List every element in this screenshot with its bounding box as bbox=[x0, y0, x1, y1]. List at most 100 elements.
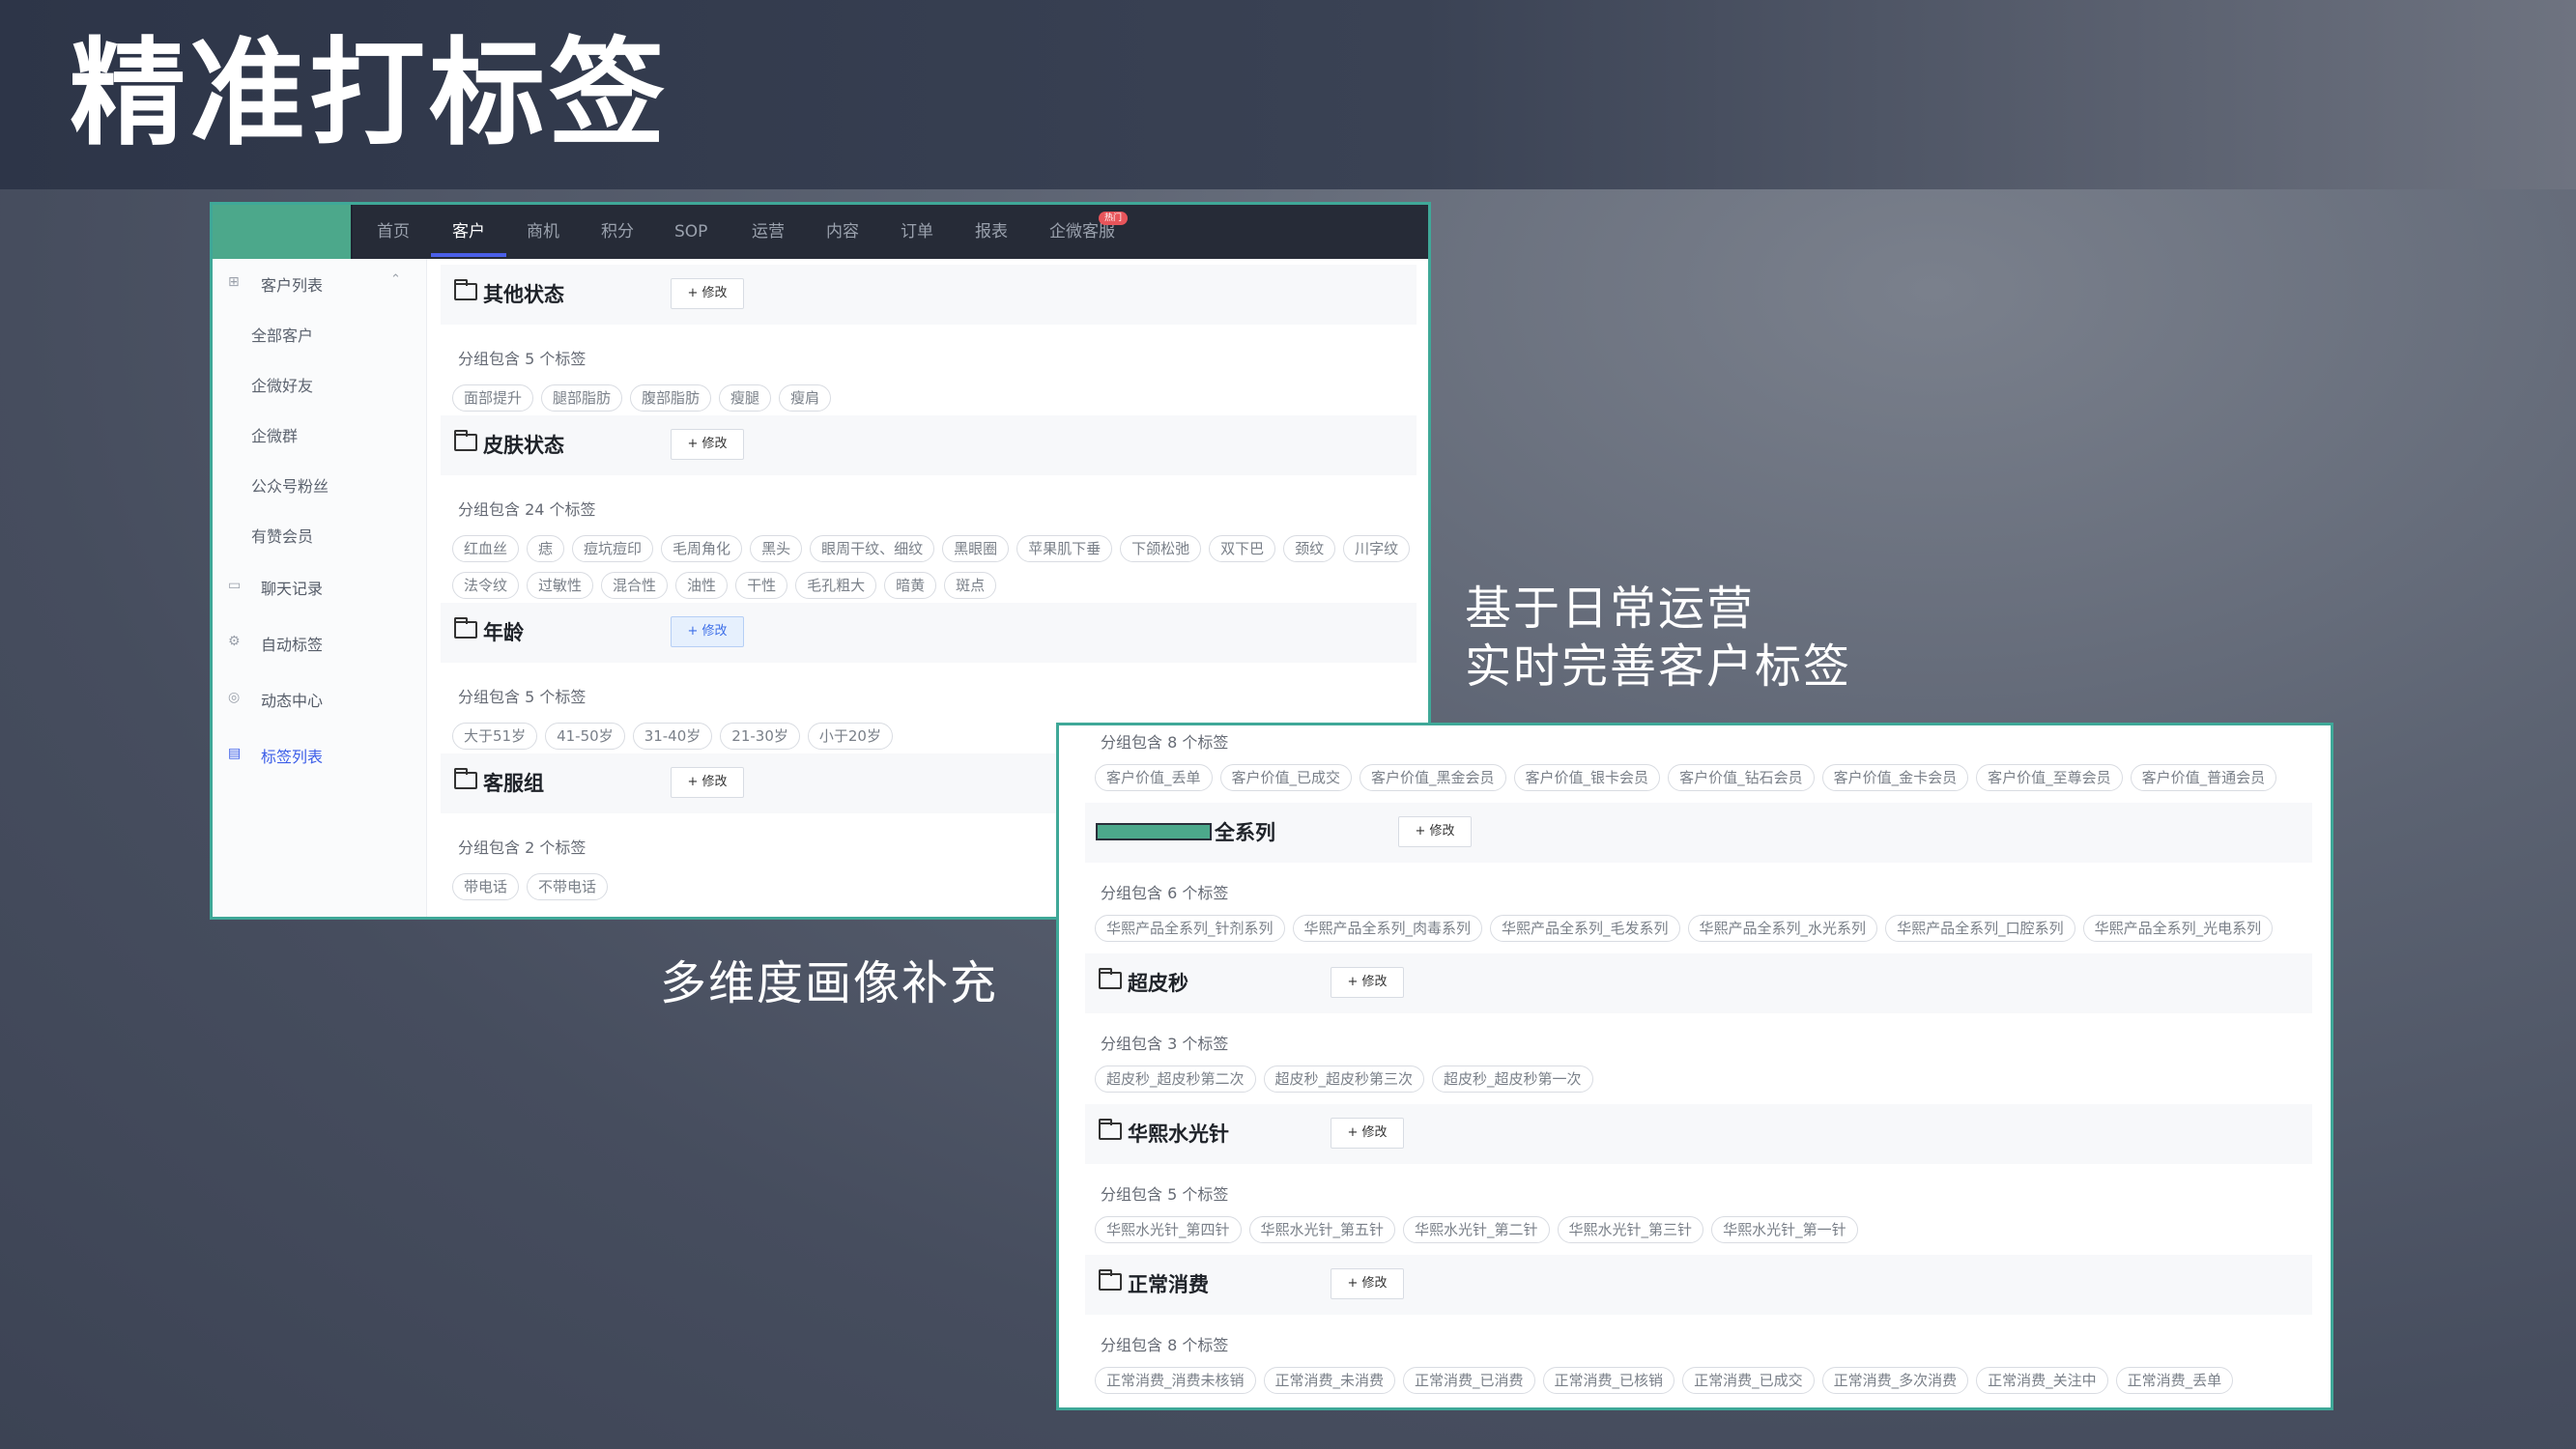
edit-group-button[interactable]: + 修改 bbox=[671, 616, 744, 647]
tag-group-name: 全系列 bbox=[1215, 821, 1275, 844]
tag[interactable]: 过敏性 bbox=[527, 572, 594, 599]
edit-group-button[interactable]: + 修改 bbox=[1398, 816, 1472, 847]
tag[interactable]: 华熙水光针_第三针 bbox=[1557, 1216, 1704, 1243]
tag[interactable]: 正常消费_已成交 bbox=[1682, 1367, 1815, 1394]
edit-group-button[interactable]: + 修改 bbox=[1331, 1268, 1404, 1299]
tag[interactable]: 瘦肩 bbox=[779, 384, 832, 412]
sidebar-section-customer-list[interactable]: 客户列表 bbox=[261, 272, 323, 296]
tag[interactable]: 华熙产品全系列_水光系列 bbox=[1687, 915, 1878, 942]
top-nav: 首页 客户 商机 积分 SOP 运营 内容 订单 报表 企微客服 热门 bbox=[213, 205, 1428, 259]
tag[interactable]: 正常消费_已消费 bbox=[1403, 1367, 1535, 1394]
tag[interactable]: 华熙产品全系列_针剂系列 bbox=[1095, 915, 1285, 942]
tag[interactable]: 华熙产品全系列_毛发系列 bbox=[1490, 915, 1680, 942]
nav-item-sop[interactable]: SOP bbox=[661, 205, 721, 259]
sidebar-item-tag-list[interactable]: 标签列表 bbox=[261, 744, 323, 767]
sidebar-item-all-customers[interactable]: 全部客户 bbox=[251, 323, 313, 346]
tag[interactable]: 腹部脂肪 bbox=[630, 384, 712, 412]
tag[interactable]: 颈纹 bbox=[1283, 535, 1336, 562]
tag[interactable]: 华熙水光针_第二针 bbox=[1403, 1216, 1550, 1243]
nav-item-content[interactable]: 内容 bbox=[813, 205, 873, 259]
tag[interactable]: 双下巴 bbox=[1209, 535, 1276, 562]
tag[interactable]: 31-40岁 bbox=[632, 723, 713, 750]
tag[interactable]: 华熙产品全系列_肉毒系列 bbox=[1292, 915, 1483, 942]
tag[interactable]: 华熙产品全系列_口腔系列 bbox=[1885, 915, 2075, 942]
edit-group-button[interactable]: + 修改 bbox=[671, 429, 744, 460]
tag-group-name: 超皮秒 bbox=[1128, 972, 1188, 995]
tag[interactable]: 客户价值_银卡会员 bbox=[1513, 764, 1661, 791]
tag[interactable]: 正常消费_已核销 bbox=[1542, 1367, 1675, 1394]
tag[interactable]: 客户价值_黑金会员 bbox=[1360, 764, 1506, 791]
tag[interactable]: 痘坑痘印 bbox=[572, 535, 654, 562]
tag[interactable]: 华熙水光针_第五针 bbox=[1248, 1216, 1396, 1243]
tag[interactable]: 41-50岁 bbox=[545, 723, 625, 750]
tag[interactable]: 毛孔粗大 bbox=[795, 572, 877, 599]
sidebar-item-auto-tags[interactable]: 自动标签 bbox=[261, 632, 323, 655]
tag-count: 分组包含 6 个标签 bbox=[1101, 884, 1229, 902]
tag[interactable]: 客户价值_金卡会员 bbox=[1821, 764, 1969, 791]
tag[interactable]: 混合性 bbox=[601, 572, 669, 599]
tag[interactable]: 华熙水光针_第四针 bbox=[1095, 1216, 1242, 1243]
tag[interactable]: 客户价值_已成交 bbox=[1219, 764, 1353, 791]
tag[interactable]: 腿部脂肪 bbox=[541, 384, 623, 412]
tag[interactable]: 超皮秒_超皮秒第三次 bbox=[1263, 1065, 1425, 1093]
tag[interactable]: 面部提升 bbox=[452, 384, 534, 412]
edit-group-button[interactable]: + 修改 bbox=[1331, 1118, 1404, 1149]
tag[interactable]: 暗黄 bbox=[884, 572, 937, 599]
tag[interactable]: 苹果肌下垂 bbox=[1016, 535, 1113, 562]
sidebar-item-youzan-members[interactable]: 有赞会员 bbox=[251, 524, 313, 547]
tag[interactable]: 斑点 bbox=[944, 572, 997, 599]
nav-item-customer[interactable]: 客户 bbox=[439, 205, 499, 259]
tag[interactable]: 带电话 bbox=[452, 873, 520, 900]
tag[interactable]: 痣 bbox=[527, 535, 565, 562]
tag[interactable]: 法令纹 bbox=[452, 572, 520, 599]
tag[interactable]: 黑眼圈 bbox=[942, 535, 1010, 562]
chevron-up-icon[interactable]: ⌃ bbox=[390, 272, 401, 287]
tag[interactable]: 正常消费_未消费 bbox=[1263, 1367, 1396, 1394]
tag[interactable]: 不带电话 bbox=[527, 873, 609, 900]
tag[interactable]: 干性 bbox=[735, 572, 788, 599]
sidebar: ⊞ 客户列表 ⌃ 全部客户 企微好友 企微群 公众号粉丝 有赞会员 ▭ 聊天记录… bbox=[213, 259, 427, 917]
tag[interactable]: 小于20岁 bbox=[807, 723, 893, 750]
tag[interactable]: 红血丝 bbox=[452, 535, 520, 562]
nav-item-operations[interactable]: 运营 bbox=[738, 205, 798, 259]
tag[interactable]: 华熙水光针_第一针 bbox=[1711, 1216, 1858, 1243]
tag[interactable]: 客户价值_至尊会员 bbox=[1976, 764, 2123, 791]
tag-group-header: 超皮秒 + 修改 bbox=[1085, 953, 2312, 1013]
nav-item-orders[interactable]: 订单 bbox=[887, 205, 947, 259]
folder-icon bbox=[454, 617, 477, 639]
tag[interactable]: 华熙产品全系列_光电系列 bbox=[2082, 915, 2274, 942]
tag[interactable]: 正常消费_多次消费 bbox=[1821, 1367, 1969, 1394]
tag[interactable]: 大于51岁 bbox=[452, 723, 538, 750]
tag-list: 法令纹 过敏性 混合性 油性 干性 毛孔粗大 暗黄 斑点 bbox=[452, 572, 997, 599]
tag[interactable]: 正常消费_丢单 bbox=[2115, 1367, 2234, 1394]
sidebar-item-activity-center[interactable]: 动态中心 bbox=[261, 688, 323, 711]
tag[interactable]: 川字纹 bbox=[1343, 535, 1411, 562]
nav-item-home[interactable]: 首页 bbox=[363, 205, 423, 259]
tag[interactable]: 客户价值_钻石会员 bbox=[1668, 764, 1815, 791]
tag-list: 带电话 不带电话 bbox=[452, 873, 609, 900]
tag[interactable]: 21-30岁 bbox=[720, 723, 800, 750]
tag[interactable]: 黑头 bbox=[750, 535, 803, 562]
tag[interactable]: 油性 bbox=[675, 572, 729, 599]
tag[interactable]: 正常消费_消费未核销 bbox=[1095, 1367, 1256, 1394]
sidebar-item-wecom-groups[interactable]: 企微群 bbox=[251, 423, 298, 446]
sidebar-item-official-account-fans[interactable]: 公众号粉丝 bbox=[251, 473, 329, 497]
tag[interactable]: 客户价值_丢单 bbox=[1095, 764, 1213, 791]
tag[interactable]: 超皮秒_超皮秒第二次 bbox=[1095, 1065, 1256, 1093]
sidebar-item-chat-records[interactable]: 聊天记录 bbox=[261, 576, 323, 599]
tag[interactable]: 超皮秒_超皮秒第一次 bbox=[1432, 1065, 1593, 1093]
edit-group-button[interactable]: + 修改 bbox=[671, 767, 744, 798]
tag[interactable]: 客户价值_普通会员 bbox=[2130, 764, 2277, 791]
edit-group-button[interactable]: + 修改 bbox=[1331, 967, 1404, 998]
nav-item-points[interactable]: 积分 bbox=[587, 205, 647, 259]
nav-item-reports[interactable]: 报表 bbox=[961, 205, 1021, 259]
tag[interactable]: 正常消费_关注中 bbox=[1976, 1367, 2108, 1394]
tag-count: 分组包含 8 个标签 bbox=[1101, 1336, 1229, 1354]
tag[interactable]: 瘦腿 bbox=[719, 384, 772, 412]
tag[interactable]: 眼周干纹、细纹 bbox=[810, 535, 935, 562]
edit-group-button[interactable]: + 修改 bbox=[671, 278, 744, 309]
sidebar-item-wecom-friends[interactable]: 企微好友 bbox=[251, 373, 313, 396]
tag[interactable]: 毛周角化 bbox=[661, 535, 743, 562]
nav-item-opportunity[interactable]: 商机 bbox=[513, 205, 573, 259]
tag[interactable]: 下颌松弛 bbox=[1120, 535, 1202, 562]
